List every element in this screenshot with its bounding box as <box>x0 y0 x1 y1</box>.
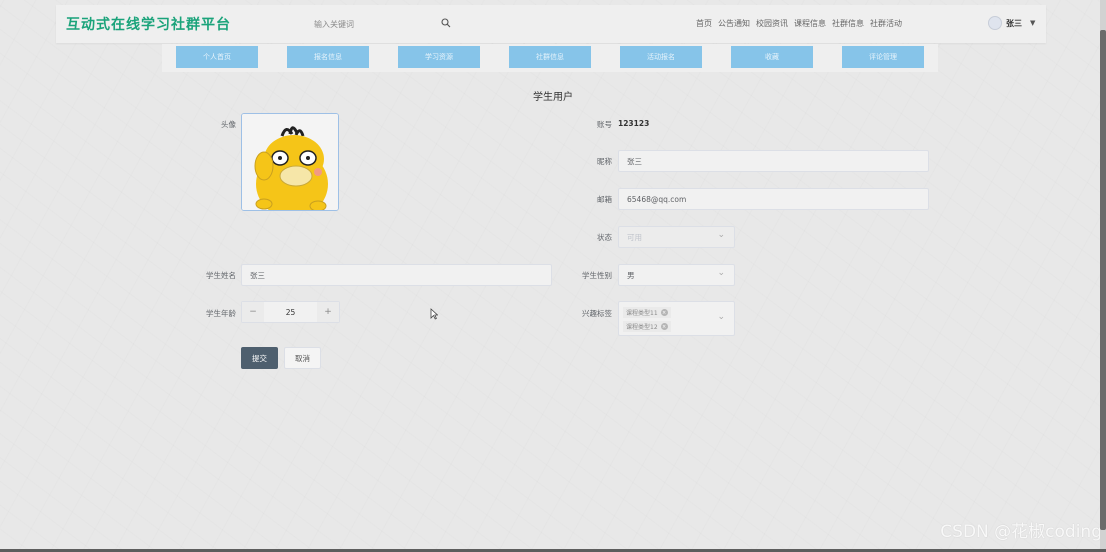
search-box[interactable]: 输入关键词 <box>304 13 454 35</box>
avatar-label: 头像 <box>221 120 236 129</box>
nav-campus-news[interactable]: 校园资讯 <box>756 18 788 29</box>
site-brand[interactable]: 互动式在线学习社群平台 <box>66 14 231 34</box>
search-icon[interactable] <box>441 18 451 28</box>
student-age-label: 学生年龄 <box>206 309 236 318</box>
nickname-input[interactable]: 张三 <box>618 150 929 172</box>
age-stepper[interactable]: − 25 + <box>241 301 340 323</box>
account-label: 账号 <box>597 120 612 129</box>
nav-courses[interactable]: 课程信息 <box>794 18 826 29</box>
submit-button[interactable]: 提交 <box>241 347 278 369</box>
email-input[interactable]: 65468@qq.com <box>618 188 929 210</box>
section-tabs: 个人首页 报名信息 学习资源 社群信息 活动报名 收藏 评论管理 <box>162 44 938 72</box>
age-value[interactable]: 25 <box>264 308 317 317</box>
user-avatar-icon[interactable] <box>988 16 1002 30</box>
search-input[interactable]: 输入关键词 <box>314 19 354 30</box>
interest-tag-label: 课程类型12 <box>626 324 658 331</box>
caret-down-icon[interactable]: ▼ <box>1030 19 1035 27</box>
cancel-button[interactable]: 取消 <box>284 347 321 369</box>
mouse-cursor-icon <box>430 308 438 320</box>
duck-avatar-icon <box>242 114 338 210</box>
vertical-scrollbar[interactable] <box>1100 0 1106 552</box>
nav-community-events[interactable]: 社群活动 <box>870 18 902 29</box>
interest-tag-label: 课程类型11 <box>626 310 658 317</box>
user-menu[interactable]: 张三 ▼ <box>988 16 1035 30</box>
close-icon[interactable]: × <box>660 323 668 330</box>
tab-personal-home[interactable]: 个人首页 <box>176 46 258 68</box>
status-select: 可用 <box>618 226 735 248</box>
plus-icon[interactable]: + <box>317 302 339 322</box>
tab-comment-management[interactable]: 评论管理 <box>842 46 924 68</box>
interest-tags-select[interactable]: 课程类型11 × 课程类型12 × <box>618 301 735 336</box>
tab-favorites[interactable]: 收藏 <box>731 46 813 68</box>
top-nav: 首页 公告通知 校园资讯 课程信息 社群信息 社群活动 <box>696 18 902 29</box>
nav-announcements[interactable]: 公告通知 <box>718 18 750 29</box>
user-name[interactable]: 张三 <box>1006 18 1022 29</box>
scrollbar-thumb[interactable] <box>1100 30 1106 530</box>
csdn-watermark: CSDN @花椒coding <box>940 522 1102 542</box>
interest-tags-label: 兴趣标签 <box>582 309 612 318</box>
account-value: 123123 <box>618 119 650 128</box>
close-icon[interactable]: × <box>660 309 668 316</box>
page-background <box>0 0 1106 552</box>
avatar-upload[interactable] <box>241 113 339 211</box>
tab-event-registration[interactable]: 活动报名 <box>620 46 702 68</box>
email-label: 邮箱 <box>597 195 612 204</box>
student-name-input[interactable]: 张三 <box>241 264 552 286</box>
gender-select[interactable]: 男 <box>618 264 735 286</box>
top-navbar: 互动式在线学习社群平台 输入关键词 首页 公告通知 校园资讯 课程信息 社群信息… <box>56 5 1046 43</box>
student-name-label: 学生姓名 <box>206 271 236 280</box>
minus-icon[interactable]: − <box>242 302 264 322</box>
nav-communities[interactable]: 社群信息 <box>832 18 864 29</box>
tab-learning-resources[interactable]: 学习资源 <box>398 46 480 68</box>
gender-label: 学生性别 <box>582 271 612 280</box>
tab-community-info[interactable]: 社群信息 <box>509 46 591 68</box>
page-title: 学生用户 <box>533 92 573 103</box>
nickname-label: 昵称 <box>597 157 612 166</box>
tab-registration-info[interactable]: 报名信息 <box>287 46 369 68</box>
interest-tag[interactable]: 课程类型11 × <box>623 307 671 318</box>
status-label: 状态 <box>597 233 612 242</box>
nav-home[interactable]: 首页 <box>696 18 712 29</box>
interest-tag[interactable]: 课程类型12 × <box>623 321 671 332</box>
